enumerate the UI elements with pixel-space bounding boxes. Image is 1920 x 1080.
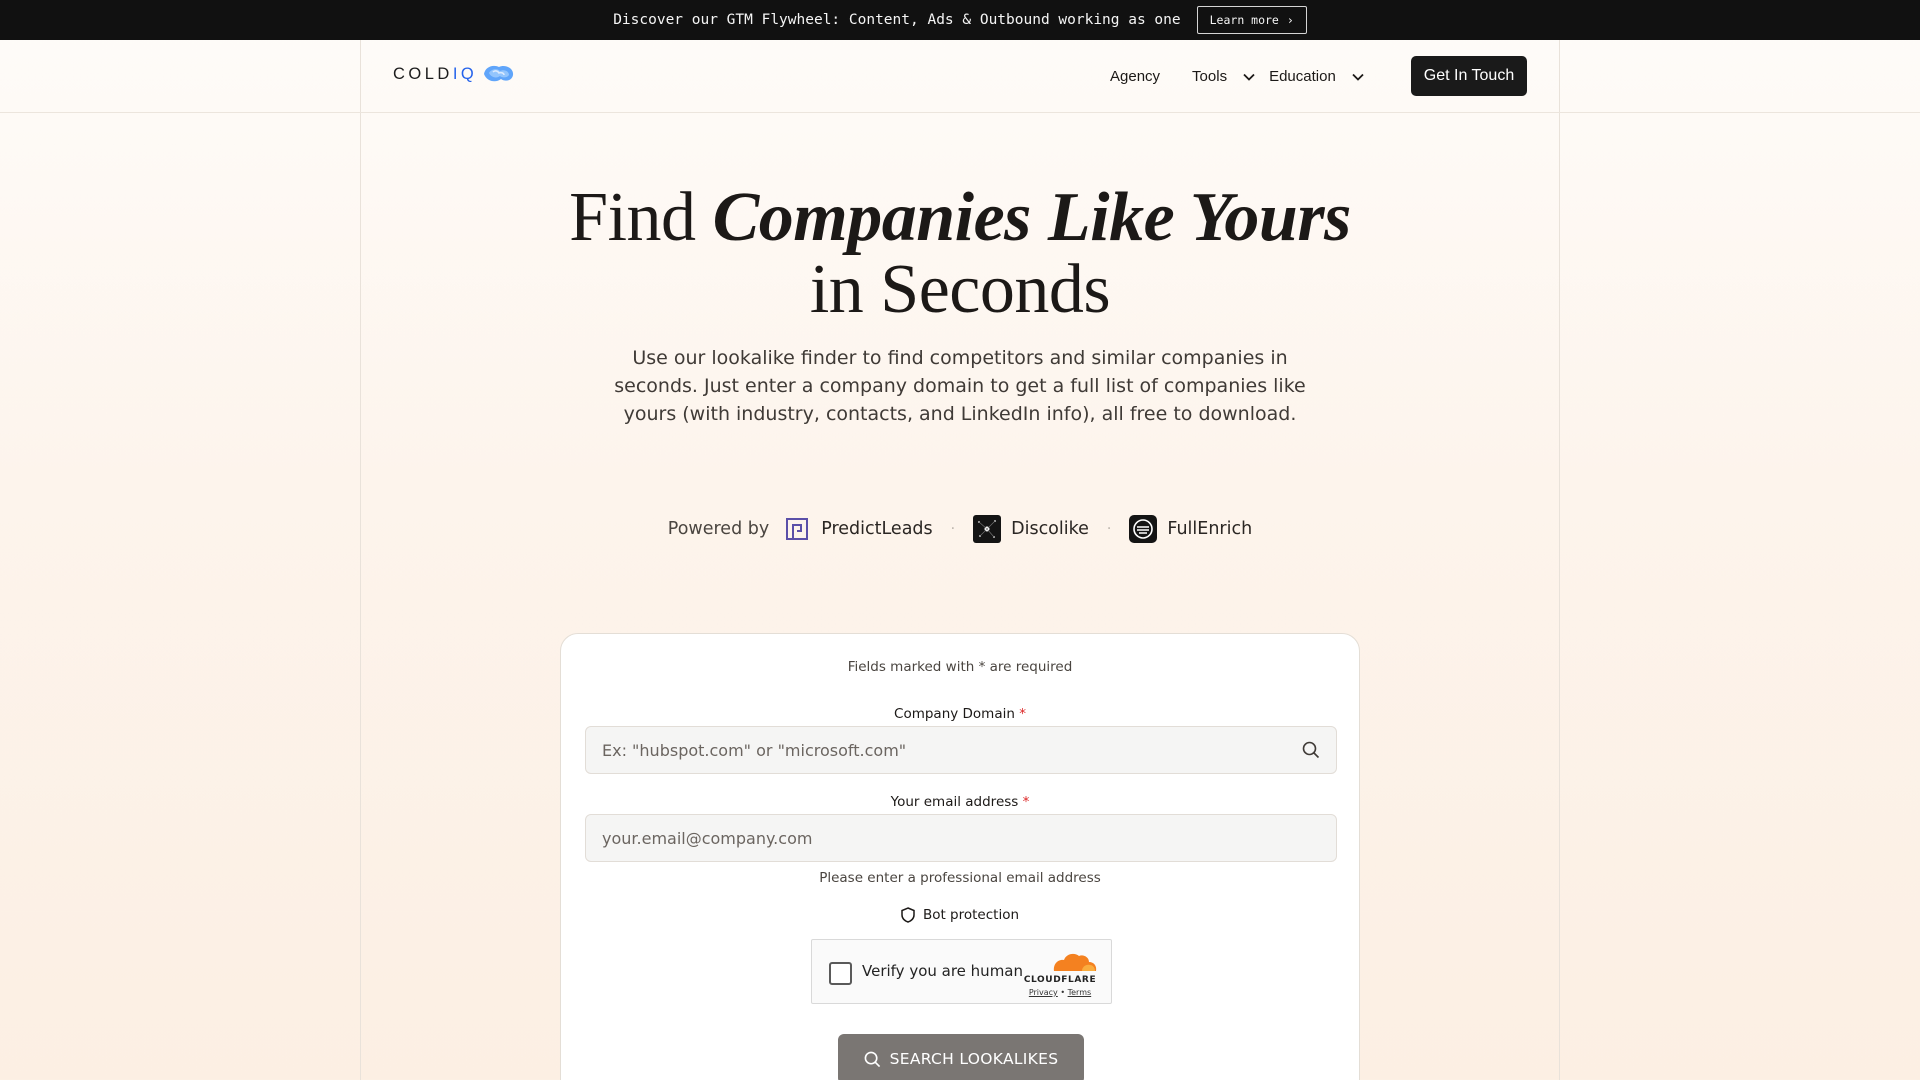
shield-icon <box>901 907 915 923</box>
provider-name: FullEnrich <box>1167 519 1253 539</box>
captcha-privacy-link[interactable]: Privacy <box>1029 988 1058 997</box>
nav-item-tools[interactable]: Tools <box>1192 68 1255 85</box>
provider-name: PredictLeads <box>821 519 933 539</box>
bot-protection: Bot protection <box>561 907 1359 923</box>
email-placeholder: your.email@company.com <box>602 828 813 848</box>
email-input[interactable]: your.email@company.com <box>585 814 1337 862</box>
required-note: Fields marked with * are required <box>847 659 1073 675</box>
email-label: Your email address * <box>890 794 1030 810</box>
nav-agency-label: Agency <box>1110 68 1161 85</box>
provider-discolike: Discolike <box>973 515 1089 543</box>
bot-protection-label: Bot protection <box>922 907 1020 923</box>
email-hint: Please enter a professional email addres… <box>819 870 1101 886</box>
chevron-down-icon <box>1352 73 1364 81</box>
chevron-right-icon: › <box>1286 13 1294 27</box>
logo-iq-text: IQ <box>452 64 478 83</box>
required-star: * <box>1022 794 1030 810</box>
search-icon <box>864 1051 880 1067</box>
get-in-touch-button[interactable]: Get In Touch <box>1411 56 1527 96</box>
provider-name: Discolike <box>1011 519 1089 539</box>
title-line2: in Seconds <box>809 251 1111 328</box>
page-title: Find Companies Like Yours in Seconds <box>0 182 1920 326</box>
title-emphasis: Companies Like Yours <box>712 179 1352 256</box>
logo-cold-text: COLD <box>393 64 453 83</box>
cloudflare-cloud-icon <box>1053 953 1097 971</box>
separator: · <box>950 521 956 537</box>
separator: · <box>1106 521 1112 537</box>
captcha-links: Privacy • Terms <box>1028 988 1092 997</box>
provider-predictleads: PredictLeads <box>783 515 933 543</box>
nav-links: Agency Tools Education <box>1110 40 1364 113</box>
lookalike-form-card: Fields marked with * are required Compan… <box>560 633 1360 1080</box>
predictleads-icon <box>786 518 809 540</box>
search-lookalikes-button[interactable]: SEARCH LOOKALIKES <box>838 1034 1084 1080</box>
announcement-text: Discover our GTM Flywheel: Content, Ads … <box>613 12 1181 28</box>
search-icon[interactable] <box>1302 741 1320 759</box>
nav-item-education[interactable]: Education <box>1269 68 1364 85</box>
announcement-bar: Discover our GTM Flywheel: Content, Ads … <box>0 0 1920 40</box>
nav-item-agency[interactable]: Agency <box>1110 68 1160 85</box>
verify-checkbox[interactable] <box>829 962 852 985</box>
chevron-down-icon <box>1243 73 1255 81</box>
domain-placeholder: Ex: "hubspot.com" or "microsoft.com" <box>602 740 907 760</box>
logo-cloud-icon <box>484 65 514 82</box>
learn-more-label: Learn more <box>1209 13 1279 27</box>
main-nav: COLDIQ Agency Tools Education Get In Tou… <box>0 40 1920 113</box>
powered-by-row: Powered by PredictLeads · Discolike · Fu… <box>0 515 1920 543</box>
captcha-widget: Verify you are human CLOUDFLARE Privacy … <box>811 939 1112 1004</box>
captcha-terms-link[interactable]: Terms <box>1068 988 1092 997</box>
search-button-label: SEARCH LOOKALIKES <box>889 1050 1059 1068</box>
verify-label: Verify you are human <box>862 962 1024 980</box>
title-plain: Find <box>569 179 713 256</box>
powered-by-label: Powered by <box>667 519 770 539</box>
domain-label: Company Domain * <box>894 706 1026 722</box>
company-domain-input[interactable]: Ex: "hubspot.com" or "microsoft.com" <box>585 726 1337 774</box>
nav-education-label: Education <box>1269 68 1336 85</box>
nav-tools-label: Tools <box>1192 68 1228 85</box>
required-star: * <box>1019 706 1026 722</box>
provider-fullenrich: FullEnrich <box>1129 515 1252 543</box>
fullenrich-icon <box>1129 515 1158 543</box>
cloudflare-wordmark: CLOUDFLARE <box>1023 975 1097 985</box>
hero-subtitle: Use our lookalike finder to find competi… <box>614 347 1306 425</box>
coldiq-logo[interactable]: COLDIQ <box>393 62 515 86</box>
learn-more-button[interactable]: Learn more › <box>1196 6 1307 34</box>
cloudflare-logo: CLOUDFLARE Privacy • Terms <box>1020 951 1100 997</box>
discolike-icon <box>973 515 1002 543</box>
